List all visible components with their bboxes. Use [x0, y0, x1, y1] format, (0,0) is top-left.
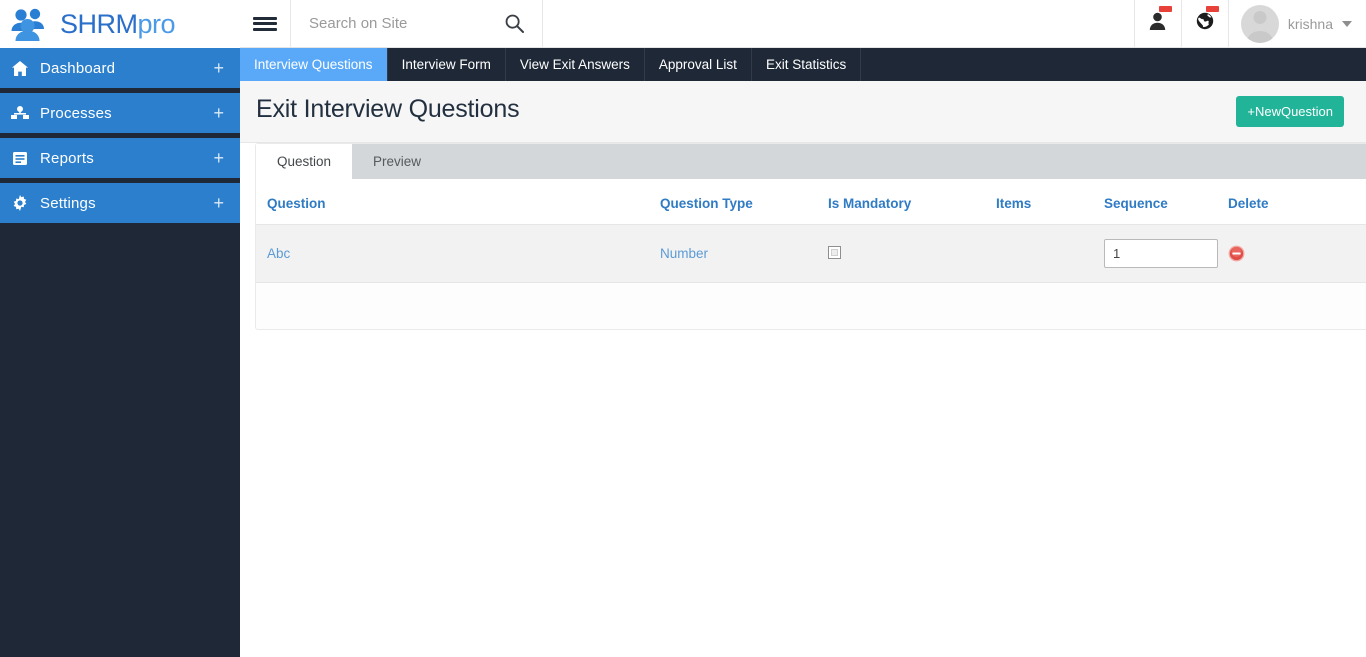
- questions-table: Question Question Type Is Mandatory Item…: [256, 179, 1366, 283]
- table-header-row: Question Question Type Is Mandatory Item…: [256, 179, 1366, 225]
- panel-tabs: Question Preview: [256, 144, 1366, 179]
- globe-icon: [1196, 12, 1214, 35]
- content-area: Question Preview Question Question Type …: [240, 143, 1366, 657]
- question-link[interactable]: Abc: [267, 246, 290, 261]
- tab-approval-list[interactable]: Approval List: [645, 48, 752, 81]
- cell-question: Abc: [256, 224, 660, 283]
- panel-tabs-filler: [442, 144, 1366, 179]
- clipboard-icon: [0, 151, 40, 166]
- user-notification-badge: [1158, 6, 1172, 12]
- chevron-down-icon[interactable]: [1342, 20, 1352, 27]
- hamburger-icon[interactable]: [240, 0, 291, 47]
- sitemap-icon: [0, 106, 40, 120]
- page-header: Exit Interview Questions +NewQuestion: [240, 81, 1366, 143]
- question-type-link[interactable]: Number: [660, 246, 708, 261]
- sidebar-nav: Dashboard + Processes + Reports + Settin…: [0, 48, 240, 223]
- tab-interview-form[interactable]: Interview Form: [388, 48, 506, 81]
- sidebar-item-label: Processes: [40, 104, 112, 122]
- module-tab-bar: Interview Questions Interview Form View …: [240, 48, 1366, 81]
- questions-panel: Question Preview Question Question Type …: [255, 143, 1366, 330]
- search-icon[interactable]: [505, 14, 524, 38]
- column-header-question-type[interactable]: Question Type: [660, 179, 828, 225]
- cell-delete: [1228, 224, 1366, 283]
- search-input[interactable]: [309, 15, 504, 32]
- tab-view-exit-answers[interactable]: View Exit Answers: [506, 48, 645, 81]
- brand-logo[interactable]: SHRMpro: [10, 7, 176, 41]
- sidebar-item-label: Settings: [40, 194, 96, 212]
- sidebar-item-label: Reports: [40, 149, 94, 167]
- sequence-input[interactable]: [1104, 239, 1218, 268]
- table-row: Abc Number: [256, 224, 1366, 283]
- column-header-is-mandatory[interactable]: Is Mandatory: [828, 179, 996, 225]
- gear-icon: [0, 195, 40, 211]
- sidebar-item-processes[interactable]: Processes +: [0, 93, 240, 133]
- remove-circle-icon[interactable]: [1228, 245, 1366, 262]
- user-name-label: krishna: [1287, 15, 1333, 32]
- column-header-delete[interactable]: Delete: [1228, 179, 1366, 225]
- sidebar-expand-plus-icon[interactable]: +: [213, 104, 224, 122]
- cell-sequence: [1104, 224, 1228, 283]
- people-group-icon: [11, 8, 44, 41]
- new-question-button[interactable]: +NewQuestion: [1236, 96, 1344, 127]
- sidebar: SHRMpro Dashboard + Processes + Reports …: [0, 0, 240, 657]
- globe-notification-badge: [1205, 6, 1219, 12]
- table-head: Question Question Type Is Mandatory Item…: [256, 179, 1366, 225]
- home-icon: [0, 60, 40, 76]
- sidebar-expand-plus-icon[interactable]: +: [213, 149, 224, 167]
- user-icon-button[interactable]: [1133, 0, 1181, 47]
- column-header-sequence[interactable]: Sequence: [1104, 179, 1228, 225]
- sidebar-item-reports[interactable]: Reports +: [0, 138, 240, 178]
- table-body: Abc Number: [256, 224, 1366, 283]
- is-mandatory-checkbox[interactable]: [828, 245, 841, 259]
- sidebar-expand-plus-icon[interactable]: +: [213, 194, 224, 212]
- tab-question[interactable]: Question: [256, 144, 353, 179]
- sidebar-item-dashboard[interactable]: Dashboard +: [0, 48, 240, 88]
- cell-question-type: Number: [660, 224, 828, 283]
- tab-exit-statistics[interactable]: Exit Statistics: [752, 48, 862, 81]
- sidebar-expand-plus-icon[interactable]: +: [213, 59, 224, 77]
- tab-interview-questions[interactable]: Interview Questions: [240, 48, 388, 81]
- avatar: [1240, 4, 1279, 43]
- user-menu[interactable]: krishna: [1227, 0, 1366, 47]
- cell-items: [996, 224, 1104, 283]
- tab-preview[interactable]: Preview: [352, 144, 443, 179]
- top-header-bar: krishna: [240, 0, 1366, 48]
- user-icon: [1149, 12, 1166, 35]
- brand-header: SHRMpro: [0, 0, 240, 48]
- cell-is-mandatory: [828, 224, 996, 283]
- globe-icon-button[interactable]: [1180, 0, 1228, 47]
- sidebar-item-label: Dashboard: [40, 59, 116, 77]
- page-title: Exit Interview Questions: [256, 95, 520, 123]
- app-root: SHRMpro Dashboard + Processes + Reports …: [0, 0, 1366, 657]
- column-header-question[interactable]: Question: [256, 179, 660, 225]
- sidebar-item-settings[interactable]: Settings +: [0, 183, 240, 223]
- column-header-items[interactable]: Items: [996, 179, 1104, 225]
- brand-name: SHRMpro: [60, 8, 176, 39]
- search-container: [291, 0, 543, 47]
